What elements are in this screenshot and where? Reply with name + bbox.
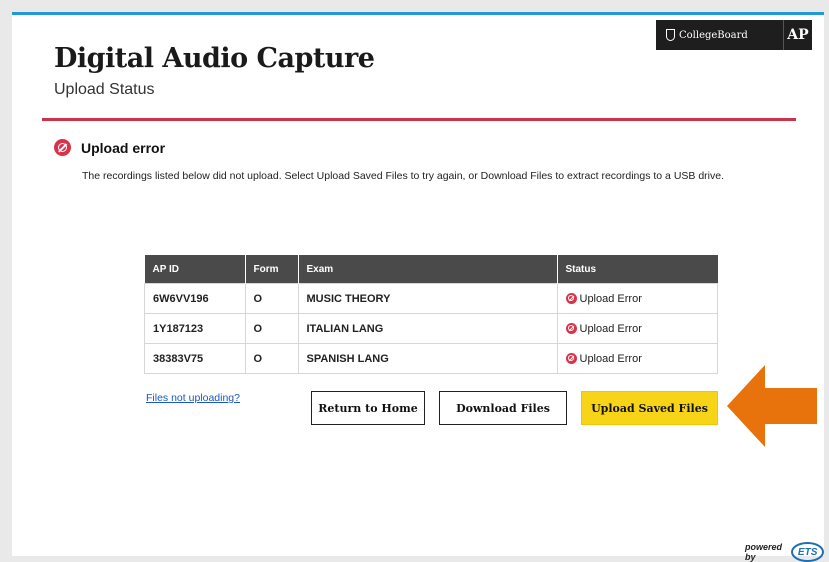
error-title: Upload error	[81, 139, 166, 156]
collegeboard-label: CollegeBoard	[679, 29, 748, 41]
ap-id-cell: 6W6VV196	[144, 283, 246, 314]
column-header-status: Status	[557, 255, 718, 284]
ap-label: AP	[783, 20, 812, 50]
acorn-shield-icon	[666, 29, 675, 41]
form-cell: O	[244, 343, 299, 374]
error-heading: Upload error	[54, 139, 165, 156]
status-label: Upload Error	[579, 292, 642, 305]
page-subtitle: Upload Status	[54, 81, 155, 98]
powered-by-ets: powered by ETS	[745, 542, 825, 562]
table-row: 38383V75 O SPANISH LANG Upload Error	[144, 343, 718, 374]
column-header-exam: Exam	[298, 255, 558, 284]
column-header-form: Form	[245, 255, 299, 284]
recordings-table: AP ID Form Exam Status 6W6VV196 O MUSIC …	[144, 255, 718, 374]
exam-cell: SPANISH LANG	[297, 343, 558, 374]
files-not-uploading-link[interactable]: Files not uploading?	[146, 392, 240, 404]
table-row: 6W6VV196 O MUSIC THEORY Upload Error	[144, 283, 718, 314]
pointer-arrow-icon	[727, 365, 817, 447]
error-icon	[565, 352, 577, 364]
return-to-home-button[interactable]: Return to Home	[311, 391, 425, 425]
status-cell: Upload Error	[556, 313, 718, 344]
column-header-ap-id: AP ID	[144, 255, 246, 284]
status-cell: Upload Error	[556, 343, 718, 374]
ets-logo: ETS	[791, 542, 825, 562]
error-icon	[565, 322, 577, 334]
exam-cell: MUSIC THEORY	[297, 283, 558, 314]
exam-cell: ITALIAN LANG	[297, 313, 558, 344]
upload-saved-files-button[interactable]: Upload Saved Files	[581, 391, 718, 425]
status-label: Upload Error	[579, 322, 642, 335]
form-cell: O	[244, 283, 299, 314]
collegeboard-brand: CollegeBoard	[656, 29, 783, 41]
ap-id-cell: 38383V75	[144, 343, 246, 374]
app-window: CollegeBoard AP Digital Audio Capture Up…	[12, 12, 825, 562]
header-divider	[42, 118, 796, 121]
powered-by-label: powered by	[745, 542, 783, 562]
collegeboard-ap-logo: CollegeBoard AP	[656, 20, 812, 50]
ap-id-cell: 1Y187123	[144, 313, 246, 344]
error-icon	[565, 292, 577, 304]
error-message: The recordings listed below did not uplo…	[82, 170, 724, 182]
status-label: Upload Error	[579, 352, 642, 365]
status-cell: Upload Error	[556, 283, 718, 314]
error-icon	[54, 139, 71, 156]
table-row: 1Y187123 O ITALIAN LANG Upload Error	[144, 313, 718, 344]
form-cell: O	[244, 313, 299, 344]
page-title: Digital Audio Capture	[54, 43, 375, 74]
table-header-row: AP ID Form Exam Status	[144, 255, 718, 284]
download-files-button[interactable]: Download Files	[439, 391, 567, 425]
